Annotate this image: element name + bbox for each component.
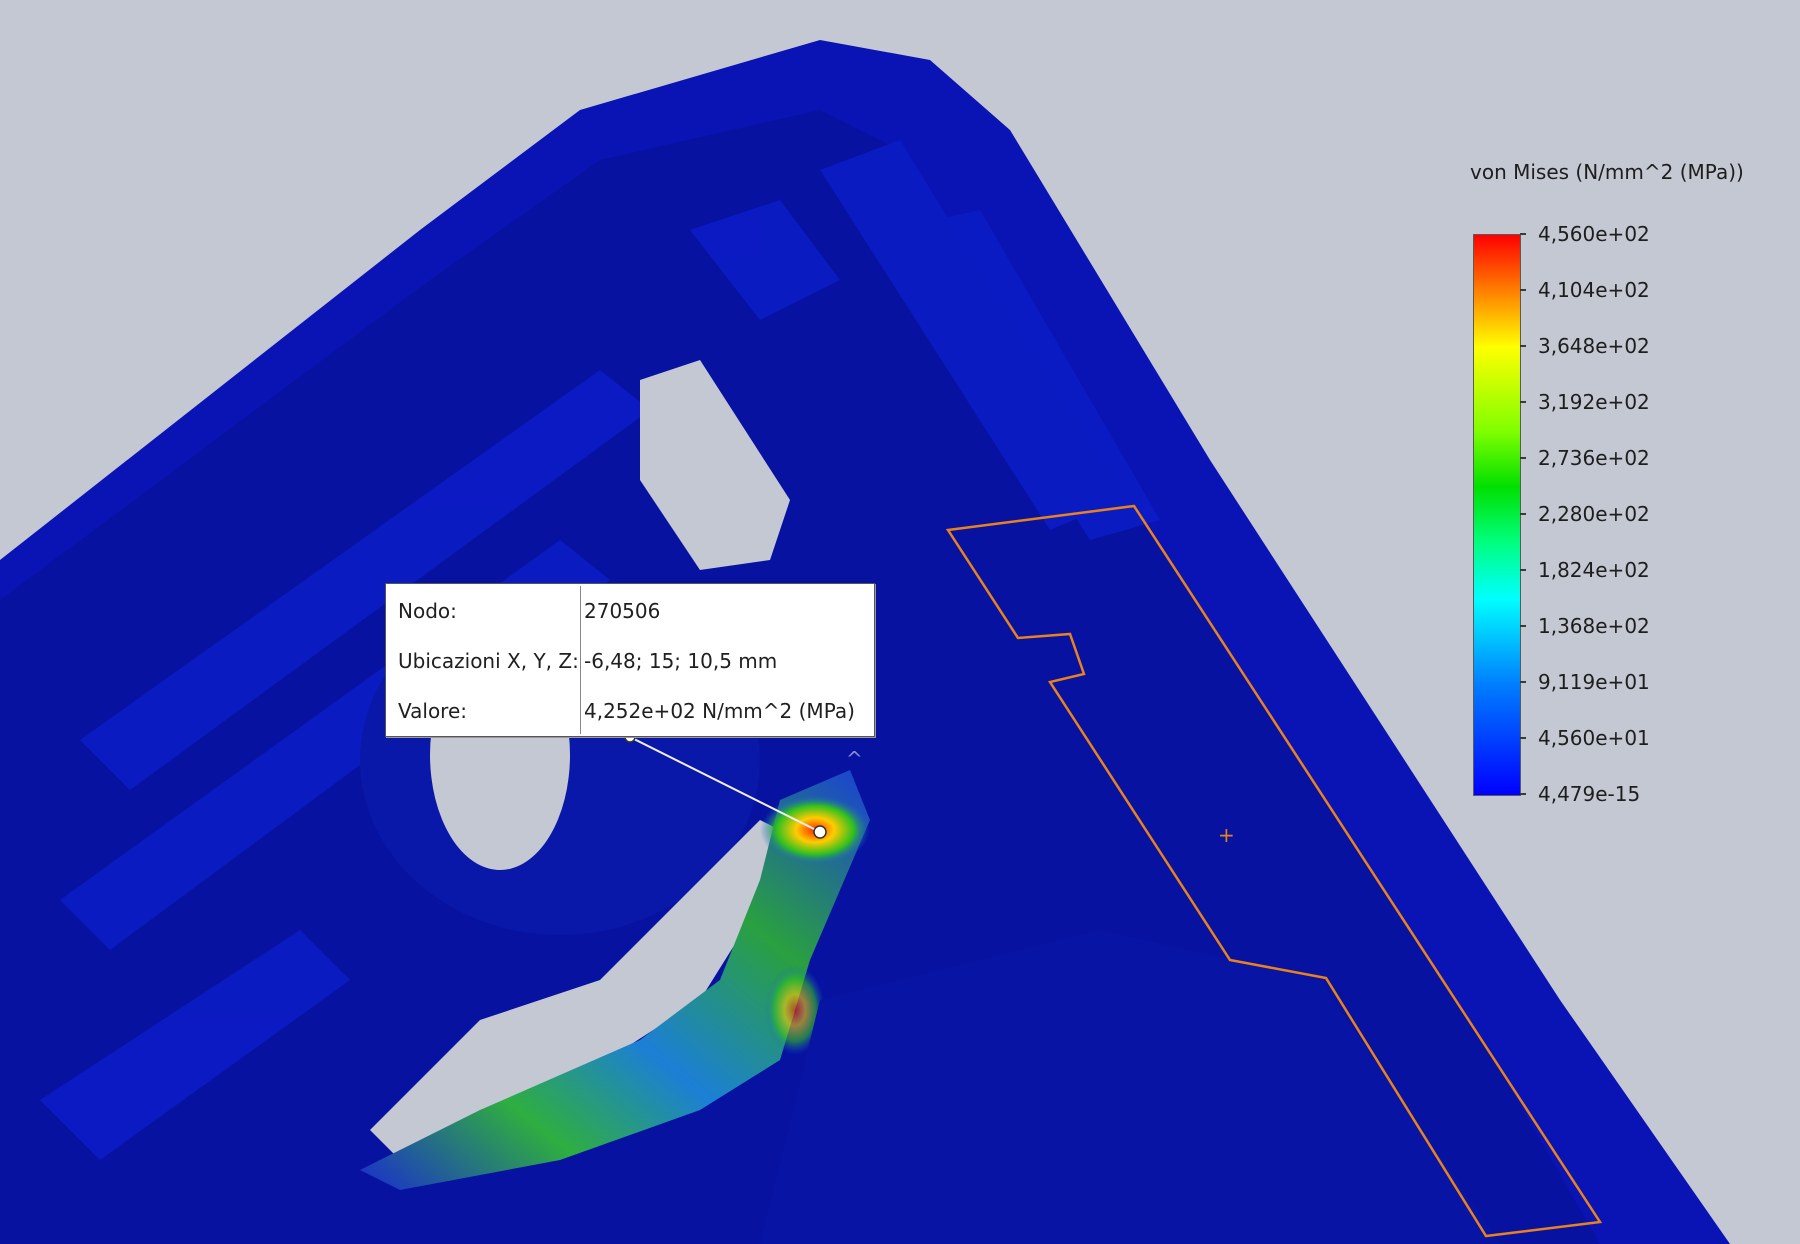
legend-tick-label: 2,736e+02: [1538, 446, 1650, 470]
legend-tick-label: 2,280e+02: [1538, 502, 1650, 526]
legend-tick-label: 4,104e+02: [1538, 278, 1650, 302]
legend-tick-mark: [1520, 345, 1526, 347]
chevron-up-icon[interactable]: ^: [846, 747, 863, 771]
legend-title: von Mises (N/mm^2 (MPa)): [1470, 160, 1744, 184]
legend-tick-mark: [1520, 681, 1526, 683]
probe-value: 270506: [584, 599, 661, 623]
probe-node-icon[interactable]: [813, 825, 827, 839]
origin-cross-icon: +: [1218, 823, 1235, 847]
probe-value: -6,48; 15; 10,5 mm: [584, 649, 778, 673]
legend-tick-mark: [1520, 569, 1526, 571]
legend-tick-mark: [1520, 401, 1526, 403]
probe-label: Valore:: [398, 699, 468, 723]
legend-tick-label: 3,648e+02: [1538, 334, 1650, 358]
model-viewport[interactable]: + ^: [0, 0, 1800, 1244]
legend-tick-mark: [1520, 233, 1526, 235]
legend-tick-mark: [1520, 289, 1526, 291]
probe-row-value: Valore: 4,252e+02 N/mm^2 (MPa): [386, 686, 874, 736]
legend-color-bar[interactable]: [1473, 234, 1521, 796]
legend-tick-label: 1,824e+02: [1538, 558, 1650, 582]
legend-tick-mark: [1520, 457, 1526, 459]
legend-tick-label: 3,192e+02: [1538, 390, 1650, 414]
probe-row-node: Nodo: 270506: [386, 586, 874, 636]
legend-tick-label: 1,368e+02: [1538, 614, 1650, 638]
probe-value: 4,252e+02 N/mm^2 (MPa): [584, 699, 855, 723]
legend-tick-label: 4,560e+01: [1538, 726, 1650, 750]
legend-tick-mark: [1520, 737, 1526, 739]
legend-tick-label: 9,119e+01: [1538, 670, 1650, 694]
probe-label: Nodo:: [398, 599, 457, 623]
legend-tick-label: 4,479e-15: [1538, 782, 1641, 806]
legend-tick-mark: [1520, 625, 1526, 627]
probe-label: Ubicazioni X, Y, Z:: [398, 649, 579, 673]
legend-tick-mark: [1520, 793, 1526, 795]
legend-tick-mark: [1520, 513, 1526, 515]
probe-result-box[interactable]: Nodo: 270506 Ubicazioni X, Y, Z: -6,48; …: [385, 583, 875, 737]
legend-tick-label: 4,560e+02: [1538, 222, 1650, 246]
probe-row-location: Ubicazioni X, Y, Z: -6,48; 15; 10,5 mm: [386, 636, 874, 686]
